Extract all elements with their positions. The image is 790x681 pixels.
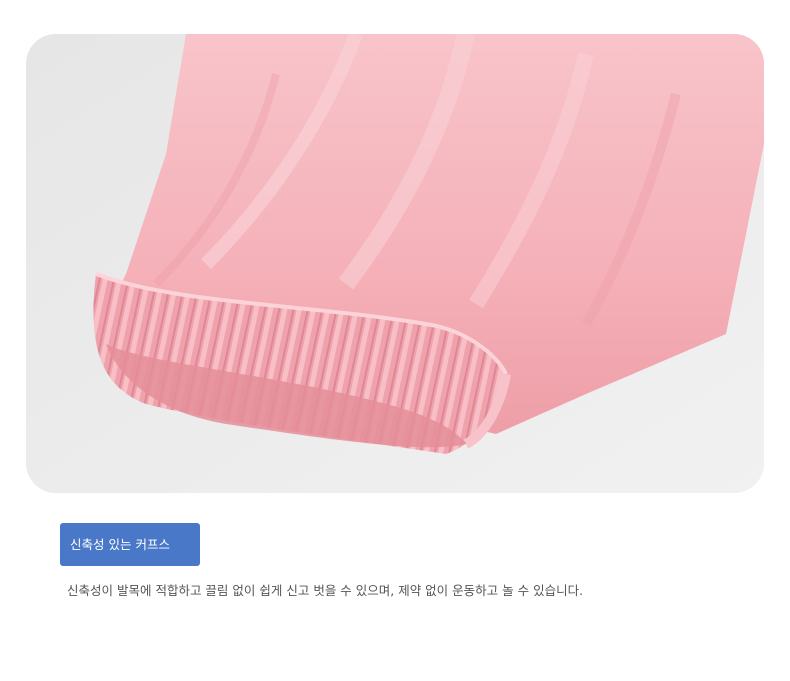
product-photo-pink-elastic-cuff <box>26 34 764 493</box>
feature-description: 신축성이 발목에 적합하고 끌림 없이 쉽게 신고 벗을 수 있으며, 제약 없… <box>67 583 584 598</box>
feature-title-badge: 신축성 있는 커프스 <box>60 523 200 566</box>
cuff-illustration <box>26 34 764 493</box>
